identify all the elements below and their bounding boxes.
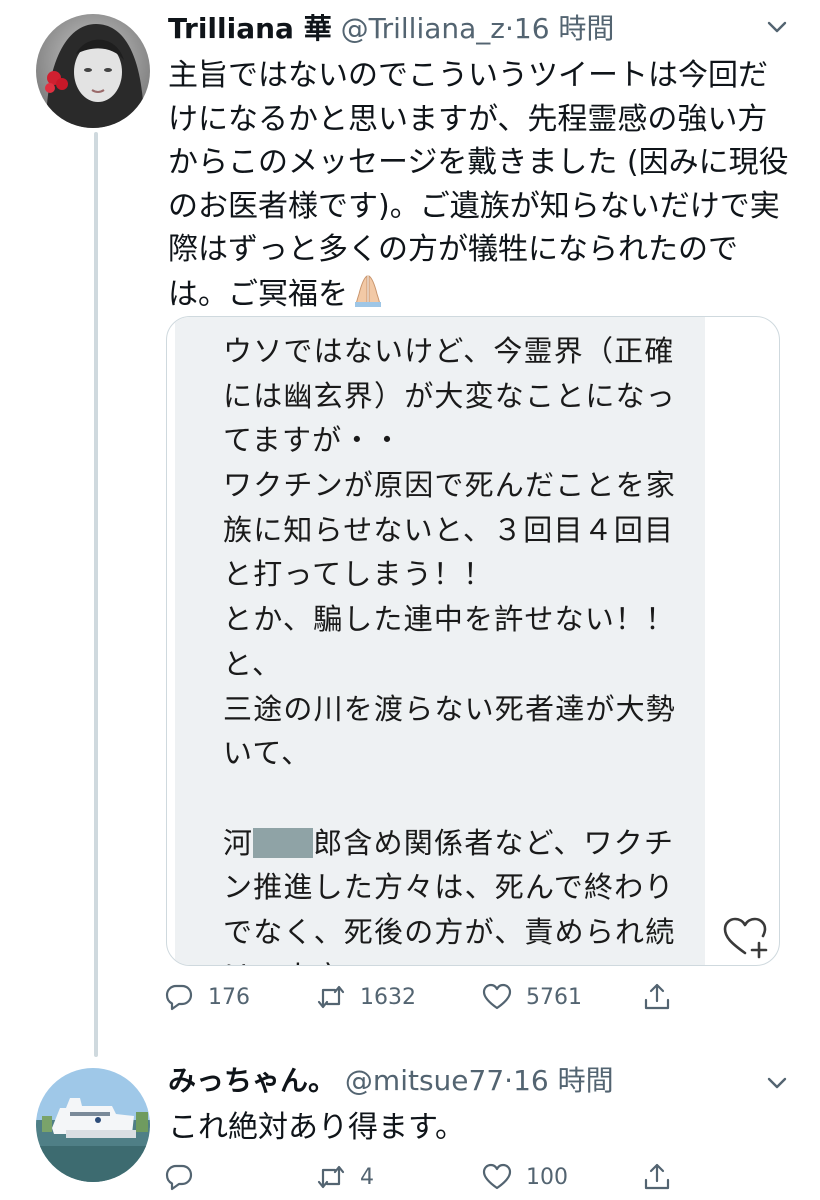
retweet-count: 4	[360, 1164, 374, 1190]
reply-icon	[165, 1164, 193, 1191]
chevron-down-icon[interactable]	[766, 16, 788, 38]
timestamp[interactable]: 16 時間	[514, 12, 615, 45]
like-icon	[482, 983, 512, 1010]
tweet-text-line: けになるかと思いますが、先程霊感の強い方	[168, 101, 768, 137]
timestamp[interactable]: 16 時間	[513, 1064, 614, 1097]
share-icon	[644, 1163, 670, 1190]
tweet-text-line: からこのメッセージを戴きました (因みに現役	[168, 145, 789, 180]
message-line: 族に知らせないと、３回目４回目	[223, 512, 675, 547]
like-count: 100	[526, 1164, 568, 1190]
message-line: と、	[223, 646, 283, 681]
message-line: と打ってしまう！！	[223, 557, 494, 592]
reply-actions: 4 100	[164, 1162, 694, 1198]
like-icon	[482, 1163, 512, 1190]
separator: ·	[504, 1064, 514, 1097]
message-bubble: ウソではないけど、今霊界（正確 には幽玄界）が大変なことになっ てますが・・ ワ…	[175, 317, 705, 965]
tweet-text-line: のお医者様です)。ご遺族が知らないだけで実	[168, 188, 780, 224]
tweet-text-line: 主旨ではないのでこういうツイートは今回だ	[168, 58, 768, 93]
message-redacted-line: 河 郎含め関係者など、ワクチ	[223, 821, 676, 866]
message-text: ウソではないけど、今霊界（正確 には幽玄界）が大変なことになっ てますが・・ ワ…	[223, 329, 677, 965]
share-icon	[644, 983, 670, 1010]
user-handle[interactable]: @mitsue77	[345, 1064, 504, 1097]
display-name[interactable]: Trilliana 華	[168, 12, 332, 45]
user-handle[interactable]: @Trilliana_z	[341, 12, 505, 45]
share-button[interactable]	[642, 1162, 686, 1192]
tweet-text-line: 際はずっと多くの方が犠牲になられたので	[168, 232, 738, 267]
redaction-block	[253, 827, 314, 858]
avatar[interactable]	[36, 14, 150, 128]
retweet-button[interactable]: 1632	[316, 982, 416, 1012]
like-button[interactable]: 100	[482, 1162, 568, 1192]
tweet-text-line: は。ご冥福を	[168, 276, 348, 312]
retweet-icon	[317, 985, 345, 1009]
tweet-header: Trilliana 華 @Trilliana_z·16 時間	[168, 12, 614, 46]
tweet-text: 主旨ではないのでこういうツイートは今回だ けになるかと思いますが、先程霊感の強い…	[168, 54, 798, 316]
like-button[interactable]: 5761	[482, 982, 582, 1012]
message-line: ウソではないけど、今霊界（正確	[223, 334, 675, 368]
reply-count: 176	[208, 984, 250, 1010]
retweet-button[interactable]: 4	[316, 1162, 374, 1192]
reply-button[interactable]	[164, 1162, 208, 1192]
share-button[interactable]	[642, 982, 686, 1012]
message-line: でなく、死後の方が、責められ続	[223, 914, 676, 949]
message-line: けて大変・・	[223, 955, 676, 965]
message-line: 三途の川を渡らない死者達が大勢	[223, 691, 677, 726]
like-count: 5761	[526, 984, 582, 1010]
message-line-start: 河	[223, 825, 254, 860]
reply-text: これ絶対あり得ます。	[168, 1110, 465, 1145]
attached-image[interactable]: ウソではないけど、今霊界（正確 には幽玄界）が大変なことになっ てますが・・ ワ…	[166, 316, 780, 966]
reply-header: みっちゃん。 @mitsue77·16 時間	[168, 1064, 614, 1098]
reply-button[interactable]: 176	[164, 982, 250, 1012]
separator: ·	[505, 12, 514, 45]
thread-connector-line	[94, 132, 98, 1057]
chevron-down-icon[interactable]	[766, 1072, 788, 1094]
message-line: てますが・・	[223, 423, 403, 458]
reply-icon	[165, 984, 193, 1011]
display-name[interactable]: みっちゃん。	[168, 1064, 336, 1097]
heart-plus-icon[interactable]	[723, 915, 769, 961]
folded-hands-icon	[355, 274, 381, 307]
message-line: とか、騙した連中を許せない！！	[223, 602, 676, 637]
message-line: ワクチンが原因で死んだことを家	[223, 468, 677, 503]
message-line: ン推進した方々は、死んで終わり	[223, 870, 675, 905]
tweet-text-last-line: は。ご冥福を	[168, 272, 798, 317]
message-line: には幽玄界）が大変なことになっ	[223, 378, 677, 413]
message-line-end: 郎含め関係者など、ワクチ	[313, 825, 675, 860]
message-line: いて、	[223, 736, 312, 771]
avatar[interactable]	[36, 1068, 150, 1182]
retweet-icon	[317, 1165, 345, 1189]
tweet-actions: 176 1632 5761	[164, 982, 694, 1018]
retweet-count: 1632	[360, 984, 416, 1010]
